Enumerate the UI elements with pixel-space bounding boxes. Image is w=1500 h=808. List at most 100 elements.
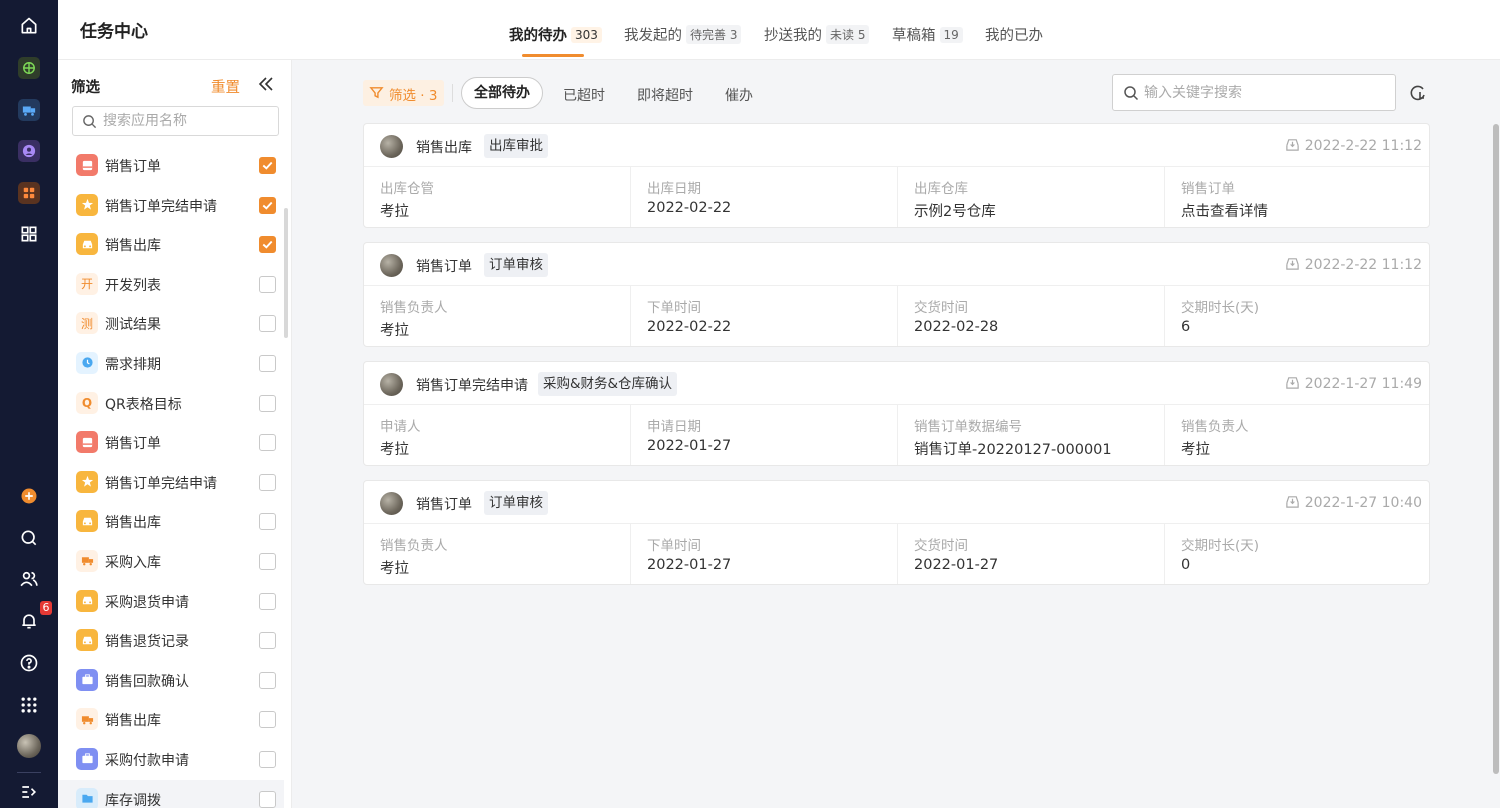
app-item[interactable]: 库存调拨 (58, 779, 284, 808)
app-item[interactable]: 销售订单完结申请 (58, 463, 284, 503)
filter-panel: 筛选 重置 销售订单 销售订单完结申请 销售出库 开 开发列表 测 (58, 60, 292, 808)
app-item[interactable]: 销售订单 (58, 146, 284, 186)
app-item[interactable]: Q QR表格目标 (58, 384, 284, 424)
tab-cc-me[interactable]: 抄送我的 未读 5 (764, 24, 870, 45)
view-details-link[interactable]: 点击查看详情 (1181, 200, 1268, 221)
app-checkbox[interactable] (259, 434, 276, 452)
filter-toggle-button[interactable]: 筛选 · 3 (363, 80, 444, 106)
app-checkbox[interactable] (259, 473, 276, 491)
avatar (380, 373, 403, 396)
field-value: 示例2号仓库 (914, 204, 996, 220)
app-item[interactable]: 销售出库 (58, 225, 284, 265)
clock-app-icon (76, 351, 98, 374)
app-checkbox[interactable] (259, 196, 276, 214)
app-item[interactable]: 开 开发列表 (58, 265, 284, 305)
app-item[interactable]: 销售订单完结申请 (58, 186, 284, 226)
app-search-input[interactable] (103, 111, 273, 131)
app-item[interactable]: 销售退货记录 (58, 621, 284, 661)
field-value: 6 (1181, 319, 1191, 335)
app-item[interactable]: 采购付款申请 (58, 740, 284, 780)
app-list-scrollbar[interactable] (284, 208, 288, 338)
help-icon[interactable] (17, 651, 41, 675)
collapse-panel-icon[interactable] (256, 74, 276, 94)
app-checkbox[interactable] (259, 632, 276, 650)
segment-all-todo[interactable]: 全部待办 (461, 77, 543, 109)
app-item[interactable]: 采购入库 (58, 542, 284, 582)
app-checkbox[interactable] (259, 354, 276, 372)
app-item[interactable]: 采购退货申请 (58, 582, 284, 622)
app-checkbox[interactable] (259, 315, 276, 333)
app-checkbox[interactable] (259, 552, 276, 570)
card-field: 出库日期 2022-02-22 (630, 167, 897, 227)
user-avatar[interactable] (17, 734, 41, 758)
tab-done[interactable]: 我的已办 (985, 24, 1043, 45)
app-name: 销售订单 (105, 436, 161, 453)
app-checkbox[interactable] (259, 592, 276, 610)
task-card[interactable]: 销售订单 订单审核 2022-1-27 10:40 销售负责人 考拉 下单时间 20… (363, 480, 1430, 585)
home-icon[interactable] (17, 14, 41, 38)
launcher-dots-icon[interactable] (17, 693, 41, 717)
app-checkbox[interactable] (259, 394, 276, 412)
keyword-search-input[interactable] (1144, 84, 1384, 102)
card-time: 2022-2-22 11:12 (1285, 137, 1422, 154)
app-checkbox[interactable] (259, 671, 276, 689)
briefcase-app-icon (76, 668, 98, 691)
filter-toggle-label: 筛选 · 3 (389, 88, 438, 104)
briefcase-app-icon (76, 747, 98, 770)
car-app-icon (76, 233, 98, 256)
refresh-icon[interactable] (1408, 83, 1428, 103)
rail-divider (17, 772, 41, 773)
field-value: 2022-02-22 (647, 319, 732, 335)
card-field: 交期时长(天) 6 (1164, 286, 1429, 346)
app-checkbox[interactable] (259, 157, 276, 174)
task-card[interactable]: 销售出库 出库审批 2022-2-22 11:12 出库仓管 考拉 出库日期 202… (363, 123, 1430, 228)
app-checkbox[interactable] (259, 711, 276, 729)
rail-app-user[interactable] (17, 139, 41, 163)
contacts-icon[interactable] (17, 567, 41, 591)
card-app-name: 销售出库 (416, 140, 472, 156)
expand-rail-icon[interactable] (17, 780, 41, 804)
search-icon[interactable] (17, 526, 41, 550)
field-value: 2022-02-22 (647, 200, 732, 216)
app-checkbox[interactable] (259, 790, 276, 808)
segment-due-soon[interactable]: 即将超时 (637, 85, 693, 105)
app-checkbox[interactable] (259, 236, 276, 254)
task-card[interactable]: 销售订单完结申请 采购&财务&仓库确认 2022-1-27 11:49 申请人考… (363, 361, 1430, 466)
search-icon (83, 115, 97, 129)
task-card[interactable]: 销售订单 订单审核 2022-2-22 11:12 销售负责人 考拉 下单时间 20… (363, 242, 1430, 347)
rail-app-grid[interactable] (17, 181, 41, 205)
tab-initiated[interactable]: 我发起的 待完善 3 (624, 24, 742, 45)
rail-app-truck[interactable] (17, 98, 41, 122)
segment-urged[interactable]: 催办 (725, 85, 753, 105)
rail-app-globe[interactable] (17, 56, 41, 80)
app-name: 需求排期 (105, 356, 161, 373)
segment-overdue[interactable]: 已超时 (563, 85, 605, 105)
app-item[interactable]: 销售出库 (58, 700, 284, 740)
tab-label: 我发起的 (624, 28, 682, 44)
card-time-text: 2022-1-27 11:49 (1304, 376, 1422, 392)
reset-button[interactable]: 重置 (211, 76, 240, 97)
app-item[interactable]: 销售订单 (58, 423, 284, 463)
bell-icon[interactable] (17, 609, 41, 633)
app-item[interactable]: 销售回款确认 (58, 661, 284, 701)
left-rail: 6 (0, 0, 58, 808)
all-apps-icon[interactable] (17, 222, 41, 246)
app-item[interactable]: 测 测试结果 (58, 304, 284, 344)
app-checkbox[interactable] (259, 750, 276, 768)
app-checkbox[interactable] (259, 275, 276, 293)
app-name: 销售订单完结申请 (105, 475, 217, 492)
tab-drafts[interactable]: 草稿箱 19 (892, 24, 963, 45)
tab-my-todo[interactable]: 我的待办 303 (509, 24, 602, 45)
app-item[interactable]: 销售出库 (58, 502, 284, 542)
card-field: 下单时间 2022-01-27 (630, 524, 897, 584)
tab-label: 抄送我的 (764, 28, 822, 44)
field-value: 考拉 (380, 204, 409, 220)
main-scrollbar[interactable] (1493, 124, 1499, 774)
create-plus-icon[interactable] (17, 484, 41, 508)
app-name: 采购入库 (105, 554, 161, 571)
app-checkbox[interactable] (259, 513, 276, 531)
glyph-app-icon: 开 (76, 272, 98, 295)
app-item[interactable]: 需求排期 (58, 344, 284, 384)
inbox-download-icon (1286, 496, 1299, 508)
car-app-icon (76, 589, 98, 612)
